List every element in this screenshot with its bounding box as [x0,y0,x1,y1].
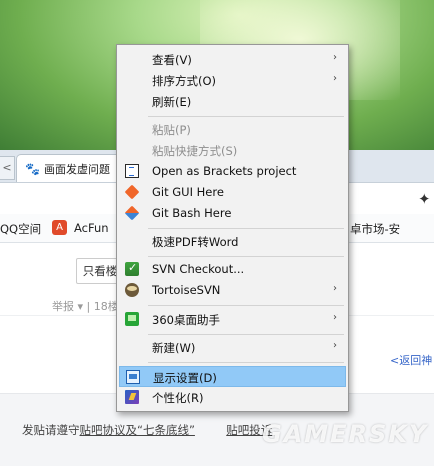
menu-item-git-gui[interactable]: Git GUI Here [119,182,346,203]
desktop-context-menu: 查看(V) › 排序方式(O) › 刷新(E) 粘贴(P) 粘贴快捷方式(S) … [116,44,349,412]
tab-scroll-left-button[interactable]: < [0,156,15,180]
bookmark-app-market[interactable]: 卓市场-安 [350,221,400,237]
menu-separator [148,334,344,335]
bookmark-acfun[interactable]: AcFun [74,221,109,235]
menu-separator [148,256,344,257]
menu-item-display-settings[interactable]: 显示设置(D) [119,366,346,387]
baidu-paw-icon: 🐾 [25,162,40,176]
menu-item-refresh[interactable]: 刷新(E) [119,91,346,112]
brackets-icon [125,164,139,178]
menu-separator [148,116,344,117]
notice-prefix: 发贴请遵守 [22,423,80,437]
menu-item-view[interactable]: 查看(V) › [119,49,346,70]
menu-item-tortoisesvn[interactable]: TortoiseSVN › [119,280,346,301]
menu-item-label: 粘贴快捷方式(S) [152,144,238,158]
360-desktop-icon [125,312,139,326]
display-settings-icon [126,370,140,384]
tab-title: 画面发虚问题 [44,163,110,176]
chevron-right-icon: › [333,283,337,294]
chevron-right-icon: › [333,52,337,63]
git-bash-icon [124,205,140,221]
menu-item-label: Git Bash Here [152,206,232,220]
acfun-icon: A [52,220,67,235]
menu-item-label: 粘贴(P) [152,123,191,137]
menu-item-paste[interactable]: 粘贴(P) [119,119,346,140]
git-gui-icon [124,184,140,200]
menu-item-label: 360桌面助手 [152,313,220,327]
menu-item-label: Git GUI Here [152,185,224,199]
menu-item-360-desktop[interactable]: 360桌面助手 › [119,309,346,330]
menu-item-label: SVN Checkout... [152,262,245,276]
menu-item-open-brackets[interactable]: Open as Brackets project [119,161,346,182]
chevron-right-icon: › [333,312,337,323]
menu-item-label: 极速PDF转Word [152,235,239,249]
menu-item-label: 查看(V) [152,53,192,67]
menu-item-label: 显示设置(D) [153,371,217,385]
gamersky-watermark: GAMERSKY [262,420,429,448]
menu-item-paste-shortcut[interactable]: 粘贴快捷方式(S) [119,140,346,161]
posting-notice: 发贴请遵守贴吧协议及“七条底线” 贴吧投诉 [22,422,272,438]
tortoisesvn-icon [125,283,139,297]
menu-item-label: 新建(W) [152,341,196,355]
menu-item-sort[interactable]: 排序方式(O) › [119,70,346,91]
menu-separator [148,305,344,306]
menu-item-label: 个性化(R) [152,391,204,405]
svn-checkout-icon [125,261,139,276]
tieba-agreement-link[interactable]: 贴吧协议及“七条底线” [80,423,195,437]
menu-item-personalize[interactable]: 个性化(R) [119,387,346,408]
back-link[interactable]: <返回神 [390,352,432,368]
menu-item-label: 刷新(E) [152,95,192,109]
menu-separator [148,362,344,363]
report-floor-text[interactable]: 举报 ▾ | 18楼 [52,298,119,314]
chevron-right-icon: › [333,73,337,84]
menu-item-git-bash[interactable]: Git Bash Here [119,203,346,224]
personalize-icon [125,390,139,404]
menu-separator [148,228,344,229]
bookmark-qzone[interactable]: QQ空间 [0,221,41,237]
menu-item-label: TortoiseSVN [152,283,221,297]
menu-item-svn-checkout[interactable]: SVN Checkout... [119,259,346,280]
menu-item-label: 排序方式(O) [152,74,217,88]
extension-icon[interactable]: ✦ [418,190,431,208]
menu-item-pdf-to-word[interactable]: 极速PDF转Word [119,231,346,252]
menu-item-label: Open as Brackets project [152,164,297,178]
chevron-right-icon: › [333,340,337,351]
menu-item-new[interactable]: 新建(W) › [119,337,346,358]
